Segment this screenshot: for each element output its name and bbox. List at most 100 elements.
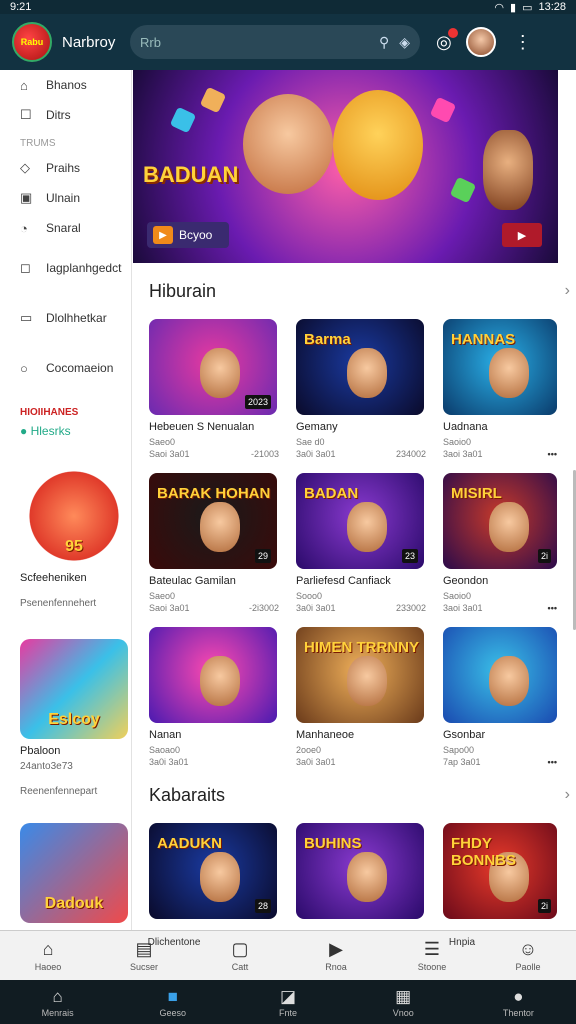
sidebar-game-card[interactable]: Dadouk — [20, 823, 130, 923]
bottom-nav-item[interactable]: ▤ Sucser Dlichentone — [96, 931, 200, 980]
section-header[interactable]: Hiburain › — [133, 263, 576, 319]
hero-cube — [429, 96, 457, 124]
sidebar-item[interactable]: ◇ Praihs — [0, 153, 131, 183]
game-thumbnail: 2023 — [149, 319, 277, 415]
system-nav-label: Geeso — [159, 1007, 187, 1018]
sidebar-game-card[interactable]: Eslcoy Pbaloon 24anto3e73 Reenenfennepart — [20, 639, 130, 797]
home-outline-icon: ⌂ — [20, 77, 28, 93]
sidebar-item[interactable]: ○ Cocomaeion — [0, 343, 131, 393]
sidebar-green-link[interactable]: ● Hlesrks — [0, 424, 131, 438]
more-options-icon[interactable]: ⋮ — [514, 32, 532, 53]
sidebar-game-subtitle: Reenenfennepart — [20, 786, 98, 797]
thumbnail-character — [488, 501, 529, 552]
sidebar-game-thumbnail: 95 — [20, 466, 128, 566]
thumbnail-label: Eslcoy — [48, 711, 100, 728]
thumbnail-badge: 2023 — [244, 395, 271, 409]
avatar[interactable] — [465, 27, 496, 57]
bottom-nav-item[interactable]: ⌂ Haoeo — [0, 931, 96, 980]
system-nav-item[interactable]: ▦ Vnoo — [346, 980, 461, 1024]
game-card[interactable]: Barma Gemany Sae d0 3a0i 3a01 234002 — [296, 319, 426, 459]
game-stat-left: 3aoi 3a01 — [443, 449, 483, 459]
bottom-nav-label: Stoone — [417, 962, 447, 972]
sidebar-game-thumbnail: Dadouk — [20, 823, 128, 923]
app-logo[interactable]: Rabu — [12, 22, 52, 62]
game-card[interactable]: Gsonbar Sapo00 7ap 3a01 ••• — [443, 627, 557, 767]
sidebar-item[interactable]: ◻ Iagplanhgedct — [0, 243, 131, 293]
bottom-nav-item[interactable]: ☰ Stoone Hnpia — [384, 931, 480, 980]
chat-icon: ◻ — [20, 260, 31, 275]
thumbnail-title: MISIRL — [451, 485, 502, 502]
hero-character-side — [483, 130, 533, 210]
system-nav-item[interactable]: ◪ Fnte — [230, 980, 345, 1024]
account-icon: ● — [513, 986, 524, 1006]
sidebar-item[interactable]: ▣ Ulnain — [0, 183, 131, 213]
game-card[interactable]: FHDY BONNBS 2i — [443, 823, 557, 919]
game-meta: Saoio0 — [443, 591, 472, 601]
game-meta: Sooo0 — [296, 591, 323, 601]
more-options-icon[interactable]: ••• — [548, 449, 557, 459]
system-nav-item[interactable]: ⌂ Menrais — [0, 980, 115, 1024]
more-options-icon[interactable]: ••• — [548, 603, 557, 613]
game-stats: Saoi 3a01 -21003 — [149, 449, 279, 459]
hero-cube — [199, 86, 227, 114]
game-card[interactable]: AADUKN 28 — [149, 823, 279, 919]
game-stat-right: -2i3002 — [248, 603, 279, 613]
system-nav: ⌂ Menrais ■ Geeso ◪ Fnte ▦ Vnoo ● Thentor — [0, 980, 576, 1024]
thumbnail-title: AADUKN — [157, 835, 222, 852]
search-input[interactable]: Rrb — [140, 35, 369, 50]
bottom-nav-label: Haoeo — [34, 962, 62, 972]
game-stats: 3aoi 3a01 ••• — [443, 449, 557, 459]
sidebar-item-label: Dlolhhetkar — [46, 311, 107, 325]
game-card[interactable]: 2023 Hebeuen S Nenualan Saeo0 Saoi 3a01 -210… — [149, 319, 279, 459]
bottom-nav-item[interactable]: ☺ Paolle — [480, 931, 576, 980]
system-nav-item[interactable]: ■ Geeso — [115, 980, 230, 1024]
sidebar-item[interactable]: ☐ Ditrs — [0, 100, 131, 130]
game-title: Parliefesd Canfiack — [296, 575, 391, 587]
chevron-right-icon[interactable]: › — [565, 282, 570, 300]
game-title: Uadnana — [443, 421, 488, 433]
game-card[interactable]: BADAN 23 Parliefesd Canfiack Sooo0 3a0i 3a01… — [296, 473, 426, 613]
sidebar-item[interactable]: ▭ Dlolhhetkar — [0, 293, 131, 343]
game-card[interactable]: HIMEN TRRNNY Manhaneoe 2ooe0 3a0i 3a01 — [296, 627, 426, 767]
chevron-right-icon[interactable]: › — [565, 786, 570, 804]
sidebar-game-card[interactable]: 95 Scfeeheniken Psenenfennehert — [20, 466, 130, 609]
tv-icon: ▭ — [20, 310, 33, 325]
game-stats: 3aoi 3a01 ••• — [443, 603, 557, 613]
system-nav-item[interactable]: ● Thentor — [461, 980, 576, 1024]
mic-icon[interactable]: ◈ — [399, 34, 410, 51]
game-thumbnail: HIMEN TRRNNY — [296, 627, 424, 723]
hero-character-boy — [243, 94, 333, 194]
sidebar-item[interactable]: ⌂ Bhanos — [0, 70, 131, 100]
image-icon: ▢ — [231, 939, 249, 959]
hero-play-button[interactable]: ▶ Bcyoo — [147, 222, 229, 248]
thumbnail-character — [347, 851, 388, 902]
sidebar-item-label: Snaral — [46, 221, 81, 235]
game-meta: Sae d0 — [296, 437, 325, 447]
briefcase-icon: ▣ — [20, 190, 33, 205]
game-card[interactable]: BUHINS — [296, 823, 426, 919]
game-stat-left: 7ap 3a01 — [443, 757, 481, 767]
thumbnail-label: 95 — [65, 538, 83, 555]
bottom-nav-item[interactable]: ▢ Catt — [192, 931, 288, 980]
game-grid: AADUKN 28 BUHINS FHDY BONNBS 2i — [133, 823, 576, 919]
bottom-nav-item[interactable]: ▶ Rnoa — [288, 931, 384, 980]
game-title: Geondon — [443, 575, 489, 587]
thumbnail-title: FHDY BONNBS — [451, 835, 517, 869]
game-card[interactable]: HANNAS Uadnana Saoio0 3aoi 3a01 ••• — [443, 319, 557, 459]
more-options-icon[interactable]: ••• — [548, 757, 557, 767]
game-card[interactable]: Nanan Saoao0 3a0i 3a01 — [149, 627, 279, 767]
thumbnail-title: HIMEN TRRNNY — [304, 639, 419, 656]
search-bar[interactable]: Rrb ⚲ ◈ — [130, 25, 420, 59]
game-thumbnail: MISIRL 2i — [443, 473, 557, 569]
section-header[interactable]: Kabaraits › — [133, 767, 576, 823]
game-meta: Saoio0 — [443, 437, 472, 447]
sidebar-item[interactable]: ◔ Snaral — [0, 213, 131, 243]
thumbnail-title: BARAK HOHAN — [157, 485, 271, 502]
game-card[interactable]: MISIRL 2i Geondon Saoio0 3aoi 3a01 ••• — [443, 473, 557, 613]
notifications-button[interactable]: ◎ — [436, 27, 458, 53]
game-card[interactable]: BARAK HOHAN 29 Bateulac Gamilan Saeo0 Saoi 3… — [149, 473, 279, 613]
signal-icon: ▮ — [510, 1, 517, 14]
hero-banner[interactable]: BADUAN ▶ Bcyoo ▶ — [133, 70, 558, 263]
search-icon[interactable]: ⚲ — [379, 34, 389, 51]
hero-video-icon[interactable]: ▶ — [502, 223, 542, 247]
